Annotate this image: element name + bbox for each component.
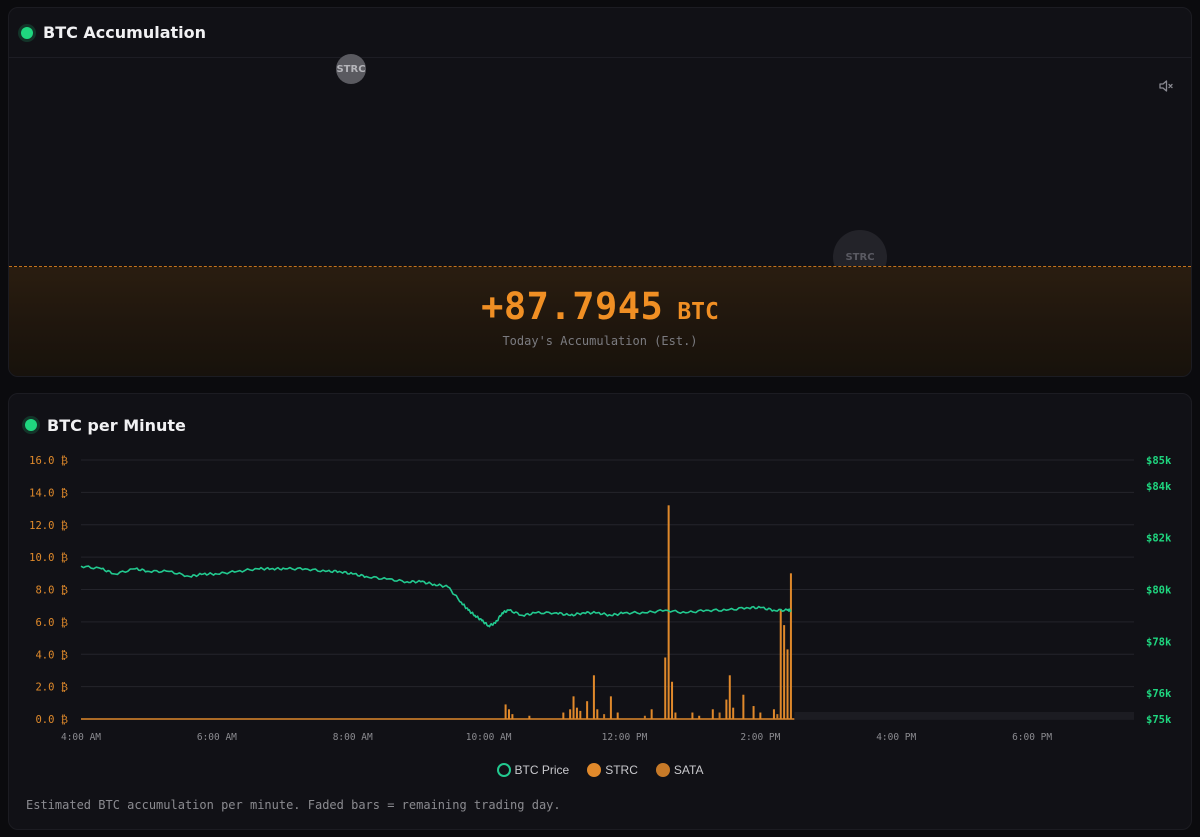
strc-bubble: STRC [336, 54, 366, 84]
btc-per-minute-panel: BTC per Minute 0.0 ₿ 2.0 ₿ 4.0 ₿ 6.0 ₿ 8.0 ₿… [8, 393, 1192, 830]
accumulation-value: +87.7945 BTC [9, 285, 1191, 328]
accumulation-label: Today's Accumulation (Est.) [502, 334, 698, 348]
strc-bar [616, 712, 619, 719]
legend-label: BTC Price [514, 763, 570, 777]
strc-bar [786, 649, 789, 719]
legend-swatch-sata [655, 763, 670, 777]
strc-bar [650, 709, 653, 719]
strc-bar [528, 715, 531, 719]
strc-bar [671, 681, 674, 719]
legend-label: STRC [605, 763, 638, 777]
strc-bar [789, 573, 792, 719]
legend-item-btc-price[interactable]: BTC Price [496, 763, 570, 777]
strc-bar [586, 701, 589, 719]
y-left-tick-label: 2.0 ₿ [35, 682, 68, 694]
sata-bar [603, 714, 606, 719]
strc-bar [596, 709, 599, 719]
mute-sound-button[interactable] [1151, 71, 1181, 101]
strc-bar [698, 715, 701, 719]
sata-bar [643, 715, 646, 719]
legend-item-strc[interactable]: STRC [587, 763, 638, 777]
legend-swatch-btc-price [496, 763, 511, 777]
x-tick-label: 4:00 PM [876, 732, 916, 743]
y-right-tick-label: $78k [1146, 636, 1172, 648]
strc-bar [742, 694, 745, 719]
sata-bar [776, 714, 779, 719]
x-tick-label: 4:00 AM [61, 732, 101, 743]
x-tick-label: 6:00 PM [1012, 732, 1052, 743]
x-tick-label: 2:00 PM [740, 732, 780, 743]
x-tick-label: 8:00 AM [333, 732, 373, 743]
btc-per-minute-chart: 0.0 ₿ 2.0 ₿ 4.0 ₿ 6.0 ₿ 8.0 ₿ 10.0 ₿ 12.0 ₿ 14.… [29, 455, 1172, 743]
legend-label: SATA [673, 763, 704, 777]
strc-bar [674, 712, 677, 719]
strc-bar [569, 709, 572, 719]
strc-bar [772, 709, 775, 719]
accumulation-unit: BTC [677, 299, 719, 325]
y-left-tick-label: 16.0 ₿ [29, 455, 68, 467]
strc-bar [507, 709, 510, 719]
x-tick-label: 12:00 PM [602, 732, 648, 743]
y-right-tick-label: $80k [1146, 585, 1172, 597]
y-right-tick-label: $75k [1146, 714, 1172, 726]
btc-price-line [80, 565, 792, 628]
y-left-tick-label: 12.0 ₿ [29, 520, 68, 532]
strc-bar [562, 712, 565, 719]
y-left-tick-label: 4.0 ₿ [35, 649, 68, 661]
strc-bar [725, 699, 728, 719]
legend-swatch-strc [587, 763, 602, 777]
strc-bar [783, 625, 786, 719]
chart-legend: BTC Price STRC SATA [9, 763, 1191, 777]
y-left-tick-label: 14.0 ₿ [29, 487, 68, 499]
y-right-tick-label: $82k [1146, 533, 1172, 545]
live-status-dot [21, 26, 33, 39]
remaining-day-faded-bars [794, 712, 1134, 719]
strc-bar [592, 675, 595, 719]
y-left-tick-label: 10.0 ₿ [29, 552, 68, 564]
accumulation-number: +87.7945 [481, 285, 664, 328]
strc-bar [504, 704, 507, 719]
y-right-tick-label: $76k [1146, 688, 1172, 700]
strc-bar [752, 706, 755, 719]
y-left-tick-label: 6.0 ₿ [35, 617, 68, 629]
strc-bar [759, 712, 762, 719]
x-tick-label: 6:00 AM [197, 732, 237, 743]
sata-bar [718, 712, 721, 719]
strc-bar [609, 696, 612, 719]
panel-header: BTC Accumulation [9, 8, 1191, 58]
strc-bar [691, 712, 694, 719]
y-left-tick-label: 0.0 ₿ [35, 714, 68, 726]
legend-item-sata[interactable]: SATA [655, 763, 704, 777]
panel-title: BTC Accumulation [43, 23, 207, 42]
strc-bar [779, 608, 782, 719]
y-right-tick-label: $85k [1146, 455, 1172, 467]
speaker-muted-icon [1159, 80, 1173, 92]
y-right-tick-label: $84k [1146, 481, 1172, 493]
strc-bar [664, 657, 667, 719]
strc-bar [711, 709, 714, 719]
strc-bar [728, 675, 731, 719]
strc-bar [575, 707, 578, 719]
strc-bar [511, 714, 514, 719]
btc-accumulation-panel: BTC Accumulation STRC STRC +87.7945 BTC T… [8, 7, 1192, 377]
strc-bar [572, 696, 575, 719]
strc-bar [579, 710, 582, 719]
strc-bar [732, 707, 735, 719]
x-tick-label: 10:00 AM [466, 732, 512, 743]
y-left-tick-label: 8.0 ₿ [35, 585, 68, 597]
chart-footnote: Estimated BTC accumulation per minute. F… [26, 798, 561, 812]
